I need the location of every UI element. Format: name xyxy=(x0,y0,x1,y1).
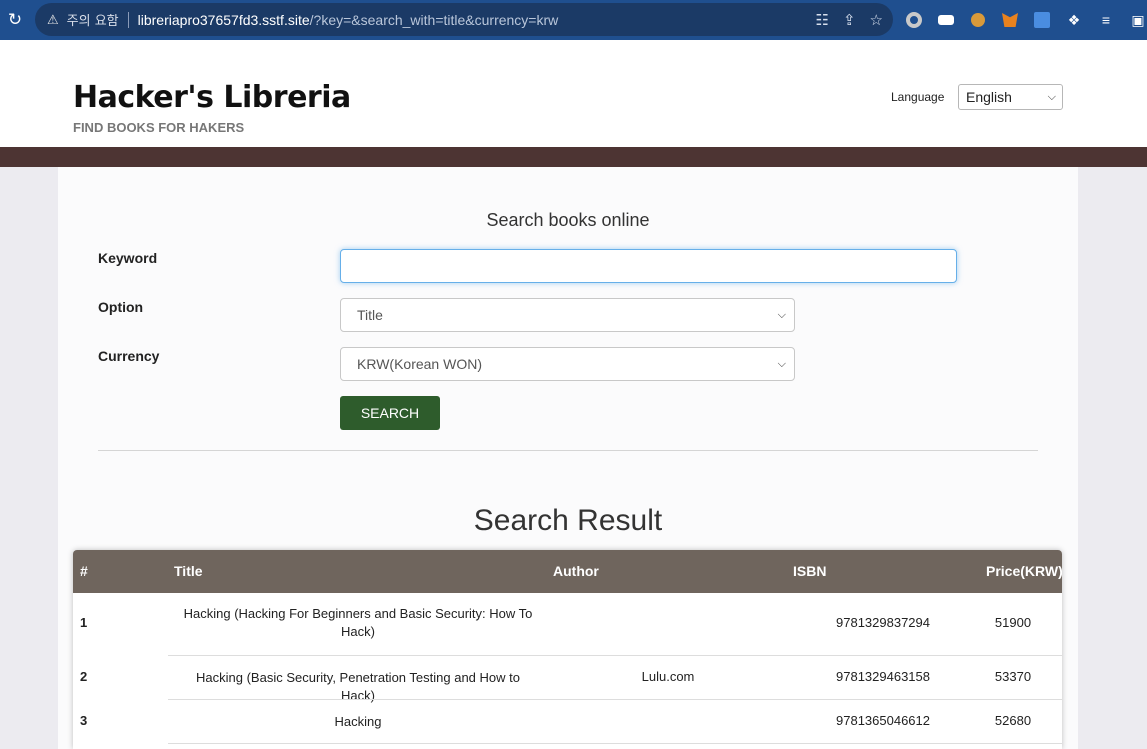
site-title[interactable]: Hacker's Libreria xyxy=(73,80,351,115)
translate-icon[interactable]: ☷ xyxy=(816,11,829,29)
extensions-bar: ❖ ≡ ▣ xyxy=(903,0,1147,40)
table-row[interactable]: 3 Hacking 9781365046612 52680 xyxy=(73,700,1062,743)
results-table: # Title Author ISBN Price(KRW) 1 Hacking… xyxy=(73,550,1062,749)
row-isbn: 9781329463158 xyxy=(836,669,930,684)
address-bar-actions: ☷ ⇪ ☆ xyxy=(816,3,883,36)
row-isbn: 9781329837294 xyxy=(836,615,930,630)
option-select-value: Title xyxy=(357,307,383,323)
row-price: 53370 xyxy=(994,669,1032,684)
table-header: # Title Author ISBN Price(KRW) xyxy=(73,550,1062,593)
bookmark-star-icon[interactable]: ☆ xyxy=(870,11,883,29)
media-queue-icon[interactable]: ≡ xyxy=(1095,9,1117,31)
row-price: 52680 xyxy=(994,713,1032,728)
extension-fox-icon[interactable] xyxy=(999,9,1021,31)
currency-select[interactable]: KRW(Korean WON) ⌵ xyxy=(340,347,795,381)
section-divider xyxy=(98,450,1038,451)
url-host[interactable]: libreriapro37657fd3.sstf.site xyxy=(138,12,310,28)
chevron-down-icon: ⌵ xyxy=(777,357,786,370)
extension-circle-icon[interactable] xyxy=(903,9,925,31)
row-title: Hacking xyxy=(334,714,382,729)
security-warning-label[interactable]: 주의 요함 xyxy=(67,10,119,29)
language-select-value: English xyxy=(966,89,1012,105)
row-number: 1 xyxy=(80,615,88,630)
row-price: 51900 xyxy=(994,615,1032,630)
column-header-price: Price(KRW) xyxy=(986,563,1062,579)
chevron-down-icon: ⌵ xyxy=(777,308,786,321)
keyword-label: Keyword xyxy=(98,250,158,266)
extension-cookie-icon[interactable] xyxy=(967,9,989,31)
currency-select-value: KRW(Korean WON) xyxy=(357,356,482,372)
url-path[interactable]: /?key=&search_with=title&currency=krw xyxy=(310,12,559,28)
column-header-author: Author xyxy=(553,563,599,579)
search-heading: Search books online xyxy=(486,210,650,230)
row-number: 3 xyxy=(80,713,88,728)
option-select[interactable]: Title ⌵ xyxy=(340,298,795,332)
column-header-title: Title xyxy=(174,563,203,579)
chevron-down-icon: ⌵ xyxy=(1047,90,1056,103)
address-bar[interactable]: ⚠ 주의 요함 libreriapro37657fd3.sstf.site/?k… xyxy=(35,3,893,36)
row-title: Hacking (Hacking For Beginners and Basic… xyxy=(183,606,533,639)
extension-translate-icon[interactable] xyxy=(1031,9,1053,31)
keyword-input[interactable] xyxy=(340,249,957,283)
table-row[interactable]: 1 Hacking (Hacking For Beginners and Bas… xyxy=(73,593,1062,655)
extension-mask-icon[interactable] xyxy=(935,9,957,31)
option-label: Option xyxy=(98,299,144,315)
warning-icon[interactable]: ⚠ xyxy=(47,12,59,28)
share-icon[interactable]: ⇪ xyxy=(843,11,856,29)
row-number: 2 xyxy=(80,669,88,684)
main-content: Search books online Keyword Option Title… xyxy=(58,167,1078,749)
row-author: Lulu.com xyxy=(641,669,695,684)
table-row[interactable]: 2 Hacking (Basic Security, Penetration T… xyxy=(73,656,1062,703)
reload-icon[interactable]: ↻ xyxy=(2,0,28,40)
row-isbn: 9781365046612 xyxy=(836,713,930,728)
result-heading: Search Result xyxy=(473,504,663,537)
language-select[interactable]: English ⌵ xyxy=(958,84,1063,110)
header-accent-bar xyxy=(0,147,1147,167)
address-separator xyxy=(127,11,129,28)
column-header-number: # xyxy=(80,563,88,579)
browser-toolbar: ↻ ⚠ 주의 요함 libreriapro37657fd3.sstf.site /… xyxy=(0,0,1147,40)
search-button[interactable]: SEARCH xyxy=(340,396,440,430)
language-label: Language xyxy=(891,90,945,104)
side-panel-icon[interactable]: ▣ xyxy=(1127,9,1147,31)
currency-label: Currency xyxy=(98,348,160,364)
row-divider xyxy=(168,743,1062,744)
site-header: Hacker's Libreria FIND BOOKS FOR HAKERS … xyxy=(0,40,1147,147)
site-subtitle: FIND BOOKS FOR HAKERS xyxy=(73,120,245,135)
extensions-puzzle-icon[interactable]: ❖ xyxy=(1063,9,1085,31)
column-header-isbn: ISBN xyxy=(793,563,827,579)
